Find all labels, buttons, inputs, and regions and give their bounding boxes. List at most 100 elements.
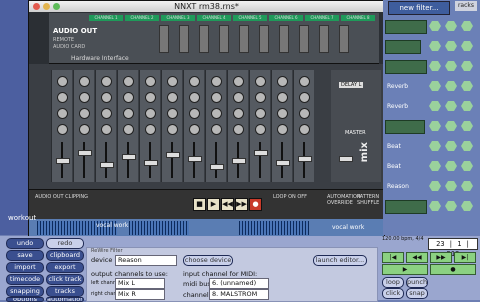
fader-cap[interactable] xyxy=(56,158,70,164)
output-slot[interactable] xyxy=(279,25,289,53)
aux-knob[interactable] xyxy=(57,108,68,119)
device-field[interactable]: Reason xyxy=(115,255,177,266)
track-clip[interactable] xyxy=(385,200,427,214)
output-slot[interactable] xyxy=(179,25,189,53)
track-node[interactable] xyxy=(445,161,457,171)
track-node[interactable] xyxy=(461,181,473,191)
aux-knob[interactable] xyxy=(255,108,266,119)
pan-knob[interactable] xyxy=(101,124,112,135)
stop-button[interactable]: ■ xyxy=(193,198,206,211)
aux-knob[interactable] xyxy=(167,108,178,119)
minimize-icon[interactable] xyxy=(43,3,50,10)
output-slot[interactable] xyxy=(319,25,329,53)
track-row[interactable]: Reverb xyxy=(385,80,478,94)
output-slot[interactable] xyxy=(199,25,209,53)
track-row[interactable] xyxy=(385,40,478,54)
undo-button[interactable]: undo xyxy=(6,238,44,249)
snapping-button[interactable]: snapping xyxy=(6,286,44,297)
audio-clip[interactable] xyxy=(129,221,189,235)
rewind-button[interactable]: ◀◀ xyxy=(406,252,428,263)
track-node[interactable] xyxy=(445,61,457,71)
launch-editor-button[interactable]: launch editor... xyxy=(313,255,367,266)
pan-knob[interactable] xyxy=(167,124,178,135)
pan-knob[interactable] xyxy=(299,124,310,135)
loop-button[interactable]: loop xyxy=(382,277,404,288)
track-row[interactable] xyxy=(385,60,478,74)
eq-knob[interactable] xyxy=(299,76,310,87)
eq-knob[interactable] xyxy=(145,92,156,103)
eq-knob[interactable] xyxy=(233,76,244,87)
eq-knob[interactable] xyxy=(255,76,266,87)
track-node[interactable] xyxy=(461,201,473,211)
eq-knob[interactable] xyxy=(123,92,134,103)
eq-knob[interactable] xyxy=(167,76,178,87)
aux-knob[interactable] xyxy=(299,108,310,119)
track-node[interactable] xyxy=(445,201,457,211)
fader-cap[interactable] xyxy=(210,164,224,170)
midi-bus-select[interactable]: 6. (unnamed) xyxy=(209,278,269,289)
timecode-button[interactable]: timecode xyxy=(6,274,44,285)
eq-knob[interactable] xyxy=(233,92,244,103)
output-slot[interactable] xyxy=(239,25,249,53)
racks-button[interactable]: racks xyxy=(455,1,477,11)
eq-knob[interactable] xyxy=(167,92,178,103)
close-icon[interactable] xyxy=(33,3,40,10)
click-track-button[interactable]: click track xyxy=(46,274,84,285)
pan-knob[interactable] xyxy=(255,124,266,135)
record-button[interactable]: ● xyxy=(249,198,262,211)
forward-button[interactable]: ▶▶ xyxy=(430,252,452,263)
eq-knob[interactable] xyxy=(79,76,90,87)
track-node[interactable] xyxy=(445,41,457,51)
track-node[interactable] xyxy=(429,81,441,91)
track-node[interactable] xyxy=(445,101,457,111)
eq-knob[interactable] xyxy=(101,92,112,103)
track-node[interactable] xyxy=(429,181,441,191)
rewind-button[interactable]: ◀◀ xyxy=(221,198,234,211)
eq-knob[interactable] xyxy=(189,92,200,103)
aux-knob[interactable] xyxy=(189,108,200,119)
redo-button[interactable]: redo xyxy=(46,238,84,249)
channel-select[interactable]: 8. MALSTROM xyxy=(209,289,269,300)
zoom-icon[interactable] xyxy=(53,3,60,10)
fader-cap[interactable] xyxy=(232,158,246,164)
track-node[interactable] xyxy=(445,181,457,191)
output-slot[interactable] xyxy=(159,25,169,53)
track-node[interactable] xyxy=(429,201,441,211)
output-slot[interactable] xyxy=(259,25,269,53)
fast-forward-button[interactable]: ▶▶ xyxy=(235,198,248,211)
track-node[interactable] xyxy=(429,61,441,71)
end-button[interactable]: ▶| xyxy=(454,252,476,263)
eq-knob[interactable] xyxy=(189,76,200,87)
eq-knob[interactable] xyxy=(299,92,310,103)
record-button[interactable]: ● xyxy=(430,264,476,275)
aux-knob[interactable] xyxy=(233,108,244,119)
fader-cap[interactable] xyxy=(122,154,136,160)
master-fader-cap[interactable] xyxy=(339,156,353,162)
eq-knob[interactable] xyxy=(211,76,222,87)
pan-knob[interactable] xyxy=(211,124,222,135)
pan-knob[interactable] xyxy=(233,124,244,135)
pan-knob[interactable] xyxy=(189,124,200,135)
pan-knob[interactable] xyxy=(145,124,156,135)
aux-knob[interactable] xyxy=(101,108,112,119)
fader-cap[interactable] xyxy=(276,160,290,166)
eq-knob[interactable] xyxy=(277,76,288,87)
right-channel-select[interactable]: Mix R xyxy=(115,289,165,300)
track-clip[interactable] xyxy=(385,20,427,34)
eq-knob[interactable] xyxy=(145,76,156,87)
punch-button[interactable]: punch xyxy=(406,277,428,288)
tracks-button[interactable]: tracks xyxy=(46,286,84,297)
track-row[interactable] xyxy=(385,120,478,134)
save-button[interactable]: save xyxy=(6,250,44,261)
track-node[interactable] xyxy=(429,101,441,111)
fader-cap[interactable] xyxy=(254,150,268,156)
track-node[interactable] xyxy=(429,161,441,171)
track-node[interactable] xyxy=(461,21,473,31)
track-node[interactable] xyxy=(461,101,473,111)
aux-knob[interactable] xyxy=(145,108,156,119)
eq-knob[interactable] xyxy=(101,76,112,87)
track-node[interactable] xyxy=(429,41,441,51)
eq-knob[interactable] xyxy=(277,92,288,103)
track-node[interactable] xyxy=(445,81,457,91)
track-row[interactable]: Beat xyxy=(385,160,478,174)
